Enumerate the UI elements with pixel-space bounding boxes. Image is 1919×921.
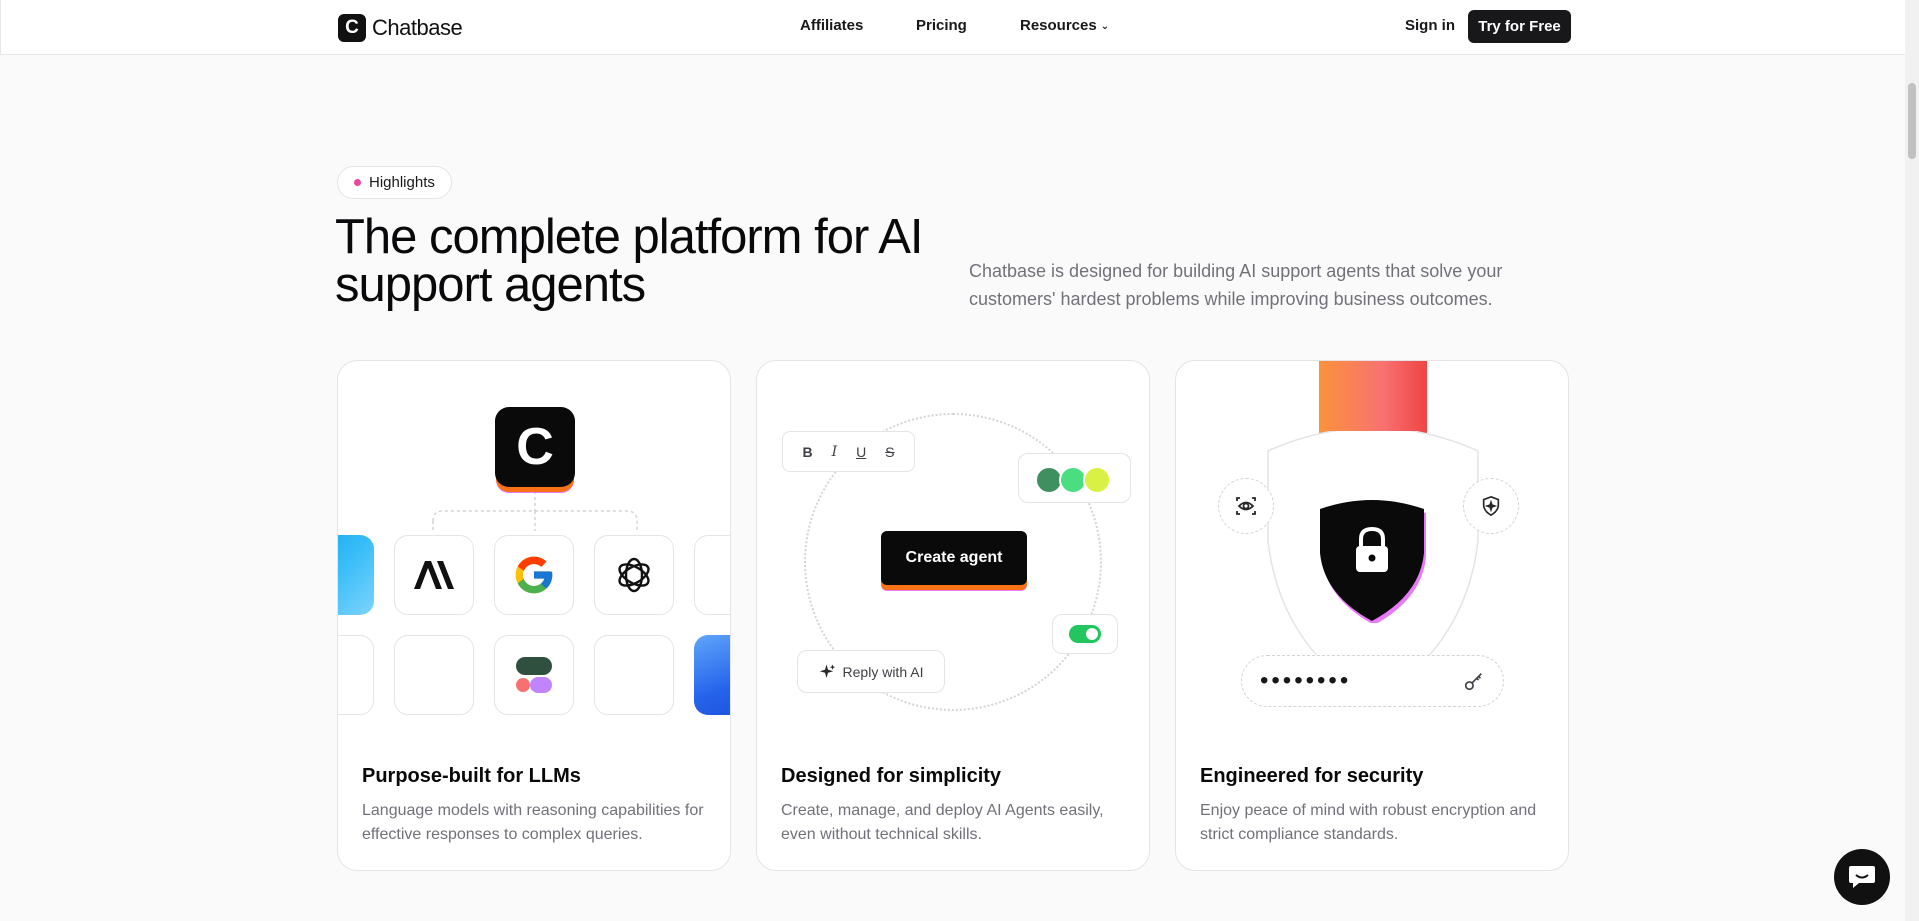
openai-icon — [594, 535, 674, 615]
password-mask: •••••••• — [1260, 667, 1352, 694]
brand-logo[interactable]: C Chatbase — [338, 14, 463, 42]
chevron-down-icon: ⌄ — [1100, 21, 1110, 32]
avatar-group — [1018, 453, 1131, 503]
reply-label: Reply with AI — [842, 663, 924, 680]
nav-pricing[interactable]: Pricing — [916, 17, 967, 34]
card-description: Enjoy peace of mind with robust encrypti… — [1200, 802, 1537, 843]
empty-tile — [594, 635, 674, 715]
text-format-toolbar: B I U S — [782, 431, 915, 472]
nav-resources[interactable]: Resources ⌄ — [1020, 17, 1109, 34]
badge-label: Highlights — [369, 174, 435, 191]
hero-description: Chatbase is designed for building AI sup… — [969, 261, 1503, 309]
underline-icon[interactable]: U — [856, 444, 866, 460]
anthropic-icon — [394, 535, 474, 615]
google-icon — [494, 535, 574, 615]
chat-bubble-icon — [1849, 866, 1875, 888]
scrollbar-thumb[interactable] — [1908, 83, 1916, 159]
create-agent-button[interactable]: Create agent — [881, 531, 1027, 585]
italic-icon[interactable]: I — [832, 444, 838, 460]
partial-tile-left — [338, 635, 374, 715]
empty-tile — [394, 635, 474, 715]
chatbase-logo-icon: C — [338, 14, 366, 42]
card-title: Purpose-built for LLMs — [362, 765, 581, 787]
nav-affiliates[interactable]: Affiliates — [800, 17, 863, 34]
partial-blue-tile — [338, 535, 374, 615]
page-title: The complete platform for AI support age… — [335, 210, 924, 312]
password-field[interactable]: •••••••• — [1241, 655, 1504, 707]
sign-in-link[interactable]: Sign in — [1405, 17, 1455, 34]
partial-blue-tile — [694, 635, 730, 715]
toggle-card — [1052, 614, 1118, 654]
badge-dot-icon — [354, 179, 361, 186]
bold-icon[interactable]: B — [802, 444, 812, 460]
reply-with-ai-chip[interactable]: Reply with AI — [797, 650, 945, 693]
card-title: Designed for simplicity — [781, 765, 1002, 787]
brand-name: Chatbase — [372, 15, 463, 40]
highlights-badge: Highlights — [337, 166, 452, 199]
figma-like-icon — [494, 635, 574, 715]
strikethrough-icon[interactable]: S — [885, 444, 894, 460]
gradient-ribbon — [1319, 361, 1427, 440]
chat-widget-button[interactable] — [1834, 849, 1890, 905]
nav-resources-label: Resources — [1020, 17, 1097, 34]
avatar — [1083, 466, 1111, 494]
key-icon — [1464, 673, 1482, 691]
chatbase-app-icon: C — [495, 407, 575, 487]
partial-tile-right — [694, 535, 730, 615]
lock-shield-icon — [1320, 500, 1426, 623]
eye-scan-icon — [1218, 478, 1274, 534]
shield-sparkle-icon — [1463, 478, 1519, 534]
card-description: Language models with reasoning capabilit… — [362, 802, 704, 843]
top-nav: C Chatbase Affiliates Pricing Resources … — [0, 0, 1905, 55]
feature-card-llms: C Purpose-built for LLMs Language models… — [337, 360, 731, 871]
feature-card-simplicity: B I U S Create agent Reply with AI Desig… — [756, 360, 1150, 871]
card-description: Create, manage, and deploy AI Agents eas… — [781, 802, 1104, 843]
sparkle-icon — [819, 664, 835, 678]
try-for-free-button[interactable]: Try for Free — [1468, 10, 1571, 43]
toggle-switch[interactable] — [1069, 625, 1101, 643]
feature-card-security: •••••••• Engineered for security Enjoy p… — [1175, 360, 1569, 871]
card-title: Engineered for security — [1200, 765, 1424, 787]
